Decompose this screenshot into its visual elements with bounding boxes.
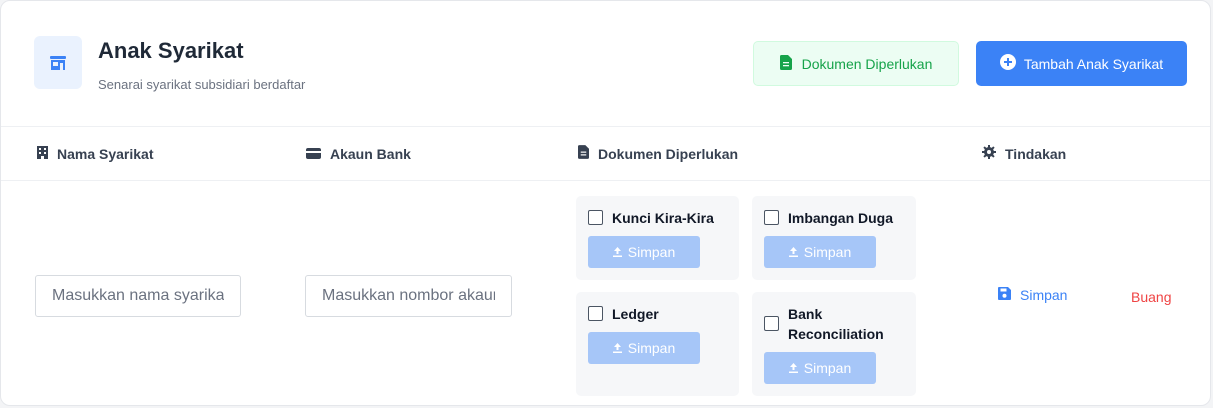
page-header: Anak Syarikat Senarai syarikat subsidiar…	[1, 1, 1210, 127]
document-checkbox[interactable]	[588, 306, 603, 321]
credit-card-icon	[306, 146, 321, 162]
document-save-button[interactable]: Simpan	[764, 352, 876, 384]
table-header: Nama Syarikat Akaun Bank Dokumen Diperlu…	[1, 127, 1210, 181]
upload-icon	[612, 244, 622, 260]
add-subsidiary-button[interactable]: Tambah Anak Syarikat	[976, 41, 1187, 86]
document-label: Bank Reconciliation	[788, 306, 884, 342]
document-item: Kunci Kira-Kira Simpan	[576, 196, 739, 280]
document-save-button[interactable]: Simpan	[588, 332, 700, 364]
column-header-name: Nama Syarikat	[37, 127, 154, 180]
file-icon	[578, 145, 589, 162]
column-header-actions-label: Tindakan	[1005, 145, 1067, 162]
building-icon	[37, 145, 48, 162]
document-item: Ledger Simpan	[576, 292, 739, 396]
document-save-button[interactable]: Simpan	[764, 236, 876, 268]
document-save-button[interactable]: Simpan	[588, 236, 700, 268]
column-header-docs-label: Dokumen Diperlukan	[598, 145, 739, 162]
upload-icon	[612, 340, 622, 356]
document-label: Imbangan Duga	[788, 210, 894, 226]
column-header-docs: Dokumen Diperlukan	[578, 127, 738, 180]
document-item: Bank Reconciliation Simpan	[752, 292, 916, 396]
plus-circle-icon	[999, 54, 1016, 73]
document-save-label: Simpan	[627, 244, 676, 260]
company-name-input[interactable]	[35, 275, 241, 317]
required-documents-button[interactable]: Dokumen Diperlukan	[753, 41, 959, 86]
subsidiary-card: Anak Syarikat Senarai syarikat subsidiar…	[0, 0, 1211, 406]
document-save-label: Simpan	[627, 340, 676, 356]
required-documents-label: Dokumen Diperlukan	[801, 55, 933, 72]
upload-icon	[788, 244, 798, 260]
add-subsidiary-label: Tambah Anak Syarikat	[1023, 55, 1164, 72]
document-label: Ledger	[612, 306, 659, 322]
file-icon	[779, 54, 792, 73]
column-header-bank: Akaun Bank	[306, 127, 411, 180]
document-save-label: Simpan	[803, 244, 852, 260]
column-header-name-label: Nama Syarikat	[57, 145, 154, 162]
floppy-disk-icon	[998, 287, 1011, 303]
document-label: Kunci Kira-Kira	[612, 210, 714, 226]
document-save-label: Simpan	[803, 360, 852, 376]
save-row-button[interactable]: Simpan	[998, 287, 1067, 303]
gear-icon	[982, 145, 996, 162]
store-icon	[34, 36, 82, 89]
bank-account-input[interactable]	[305, 275, 512, 317]
column-header-actions: Tindakan	[982, 127, 1066, 180]
document-checkbox[interactable]	[764, 210, 779, 225]
document-item: Imbangan Duga Simpan	[752, 196, 916, 280]
page-subtitle: Senarai syarikat subsidiari berdaftar	[98, 77, 306, 92]
document-checkbox[interactable]	[764, 316, 779, 331]
delete-row-button[interactable]: Buang	[1131, 289, 1171, 305]
document-checkbox[interactable]	[588, 210, 603, 225]
page-title: Anak Syarikat	[98, 38, 244, 63]
upload-icon	[788, 360, 798, 376]
column-header-bank-label: Akaun Bank	[330, 145, 411, 162]
save-row-label: Simpan	[1020, 287, 1068, 303]
